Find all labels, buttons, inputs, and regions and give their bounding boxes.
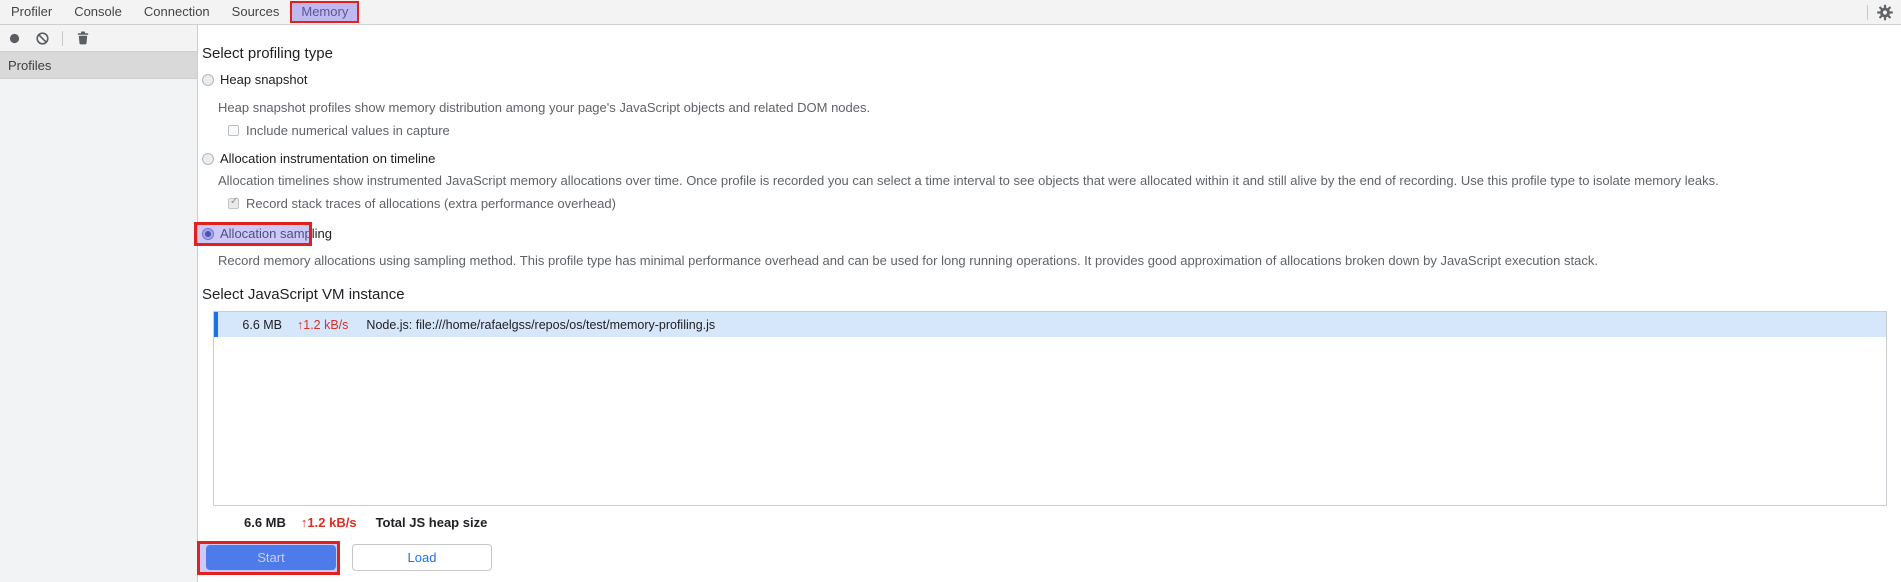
checkbox-record-stack-traces[interactable]: Record stack traces of allocations (extr…	[228, 196, 616, 211]
checkbox-checked-icon[interactable]	[228, 196, 239, 209]
radio-allocation-sampling-label: Allocation sampling	[220, 226, 333, 241]
profiling-type-heading: Select profiling type	[202, 45, 333, 62]
profiles-label: Profiles	[8, 57, 52, 73]
allocation-sampling-description: Record memory allocations using sampling…	[218, 253, 1598, 268]
tabbar-divider	[1867, 4, 1868, 20]
clear-icon[interactable]	[34, 30, 50, 46]
tab-memory[interactable]: Memory	[290, 0, 360, 24]
profiler-toolbar	[0, 25, 197, 52]
tab-memory-label: Memory	[301, 4, 349, 19]
radio-heap-snapshot[interactable]: Heap snapshot	[202, 72, 307, 87]
toolbar-divider	[62, 30, 63, 46]
radio-circle-icon[interactable]	[202, 152, 214, 165]
checkbox-record-stack-traces-label: Record stack traces of allocations (extr…	[246, 196, 616, 211]
radio-allocation-timeline-label: Allocation instrumentation on timeline	[220, 151, 436, 166]
total-heap-rate: ↑1.2 kB/s	[300, 515, 357, 530]
radio-circle-icon[interactable]	[202, 73, 214, 86]
checkbox-include-numerical[interactable]: Include numerical values in capture	[228, 123, 450, 138]
radio-allocation-timeline[interactable]: Allocation instrumentation on timeline	[202, 151, 435, 166]
vm-instance-heading: Select JavaScript VM instance	[202, 286, 405, 303]
total-heap-label: Total JS heap size	[375, 515, 488, 530]
heap-snapshot-description: Heap snapshot profiles show memory distr…	[218, 100, 871, 115]
vm-instance-row[interactable]: 6.6 MB ↑1.2 kB/s Node.js: file:///home/r…	[214, 312, 1886, 337]
memory-panel-main: Select profiling type Heap snapshot Heap…	[194, 25, 1901, 582]
radio-allocation-sampling[interactable]: Allocation sampling	[202, 226, 332, 241]
panel-tabbar: Profiler Console Connection Sources Memo…	[0, 0, 1901, 25]
tab-profiler[interactable]: Profiler	[0, 0, 63, 24]
radio-selected-icon[interactable]	[202, 227, 214, 240]
trash-icon[interactable]	[75, 30, 91, 46]
allocation-timeline-description: Allocation timelines show instrumented J…	[218, 173, 1719, 188]
vm-instance-list: 6.6 MB ↑1.2 kB/s Node.js: file:///home/r…	[213, 311, 1887, 506]
left-sidebar: Profiles	[0, 25, 198, 582]
record-icon[interactable]	[6, 30, 22, 46]
checkbox-icon[interactable]	[228, 125, 239, 136]
load-button[interactable]: Load	[352, 544, 492, 571]
tab-sources[interactable]: Sources	[221, 0, 291, 24]
devtools-memory-panel: Profiler Console Connection Sources Memo…	[0, 0, 1901, 582]
vm-instance-name: Node.js: file:///home/rafaelgss/repos/os…	[366, 317, 716, 332]
checkbox-include-numerical-label: Include numerical values in capture	[246, 123, 450, 138]
vm-heap-size: 6.6 MB	[242, 317, 282, 332]
radio-heap-snapshot-label: Heap snapshot	[220, 72, 308, 87]
tab-connection[interactable]: Connection	[133, 0, 221, 24]
total-heap-summary: 6.6 MB ↑1.2 kB/s Total JS heap size	[244, 515, 487, 530]
vm-heap-rate: ↑1.2 kB/s	[297, 317, 349, 332]
settings-gear-icon[interactable]	[1877, 4, 1893, 20]
profiles-section-header[interactable]: Profiles	[0, 52, 197, 79]
start-button[interactable]: Start	[206, 545, 336, 570]
total-heap-size: 6.6 MB	[244, 515, 286, 530]
tab-console[interactable]: Console	[63, 0, 133, 24]
